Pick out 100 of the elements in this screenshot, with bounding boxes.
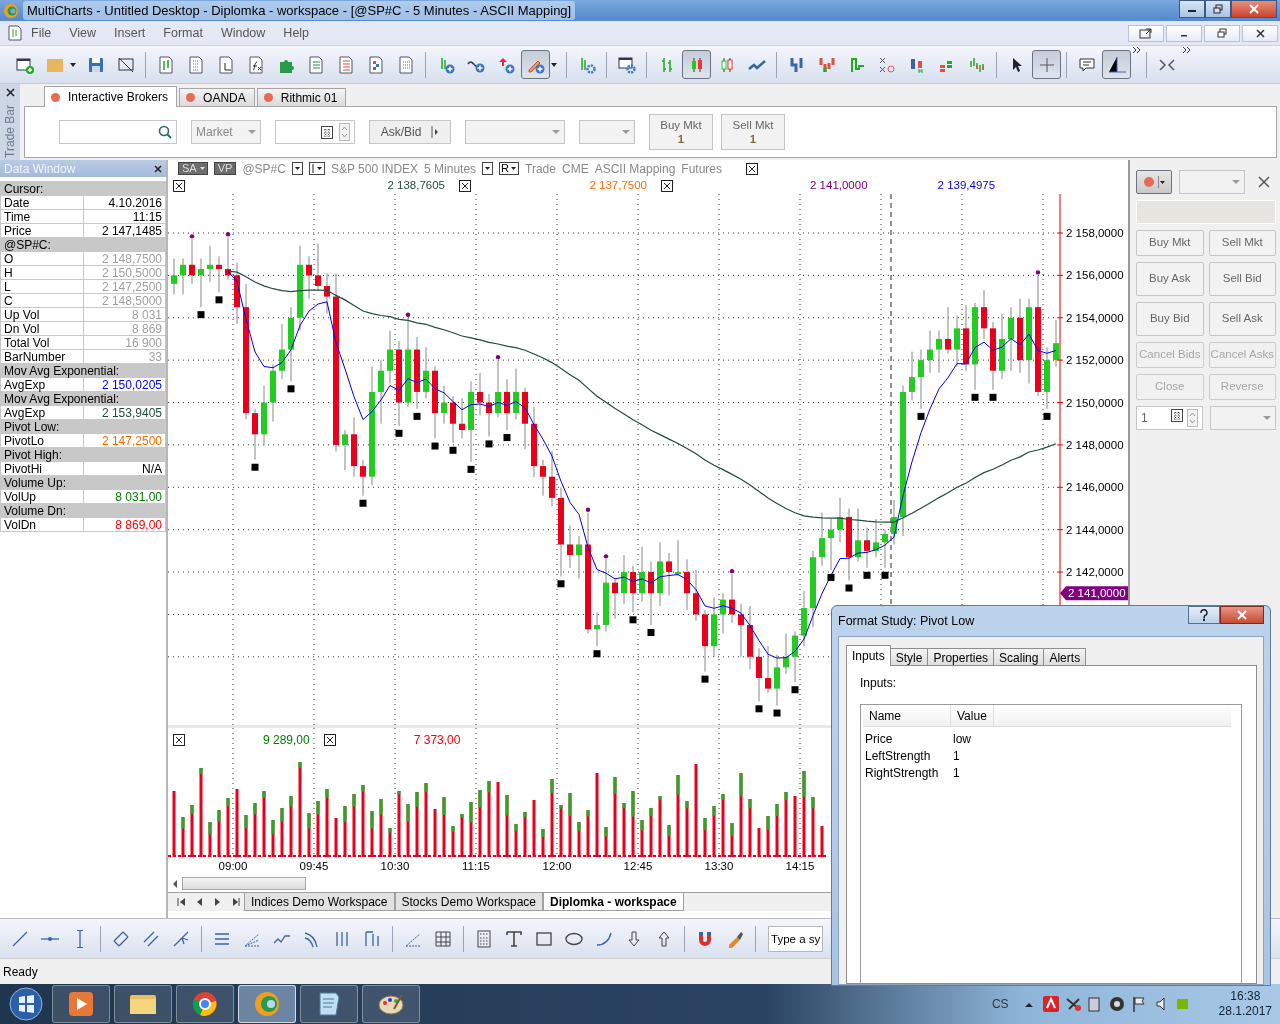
field-label: PivotLo: [0, 433, 84, 448]
price-axis-label: 2 150,0000: [1066, 396, 1124, 409]
column-header: Name: [863, 705, 951, 726]
field-label: Date: [0, 195, 84, 210]
price-axis-label: 2 154,0000: [1066, 311, 1124, 324]
field-value: 8 869: [131, 322, 162, 335]
price-axis-label: 2 156,0000: [1066, 269, 1124, 282]
field-value: 2 153,9405: [101, 406, 162, 419]
menu-item[interactable]: Insert: [105, 23, 155, 43]
field-label: VolUp: [0, 489, 84, 504]
section-header: Cursor:: [0, 181, 166, 196]
time-axis-label: 13:30: [704, 860, 734, 872]
chart-label: 5 Minutes: [424, 160, 477, 178]
window-title: MultiCharts - Untitled Desktop - Diplomka - workspace - [@SP#C - 5 Minutes - ASCII Mapping]: [23, 0, 576, 21]
workspace-tab[interactable]: Indices Demo Workspace: [244, 893, 395, 911]
order-button[interactable]: Buy Ask: [1136, 262, 1204, 296]
broker-tab[interactable]: Interactive Brokers: [44, 86, 178, 107]
input-name: RightStrength: [865, 765, 940, 782]
input-name: Price: [865, 731, 894, 748]
language-indicator[interactable]: CS: [991, 995, 1009, 1013]
price-axis-label: 2 144,0000: [1066, 523, 1124, 536]
dropdown-button[interactable]: R: [499, 162, 520, 175]
menu-item[interactable]: Window: [211, 23, 275, 43]
dialog-tab[interactable]: Style: [889, 648, 929, 666]
order-button[interactable]: Buy Mkt 1: [649, 114, 713, 150]
field-label: Up Vol: [0, 307, 84, 322]
order-button[interactable]: Buy Mkt: [1136, 230, 1204, 256]
chart-label: @SP#C: [242, 160, 286, 178]
field-value: N/A: [142, 462, 162, 475]
field-value: 2 147,1485: [101, 224, 162, 237]
chart-label: CME: [561, 160, 589, 178]
price-axis-label: 2 146,0000: [1066, 481, 1124, 494]
time-axis-label: 14:15: [785, 860, 815, 872]
workspace-tab[interactable]: Stocks Demo Workspace: [394, 893, 543, 911]
time-axis-label: 12:00: [542, 860, 572, 872]
input-value: 1: [953, 765, 960, 782]
workspace-tab[interactable]: Diplomka - workspace: [543, 893, 684, 911]
order-button[interactable]: Sell Ask: [1208, 302, 1276, 336]
menu-item[interactable]: View: [60, 23, 106, 43]
menu-item[interactable]: File: [22, 23, 61, 43]
clock-time: 16:38: [1230, 989, 1261, 1004]
price-axis-label: 2 142,0000: [1066, 566, 1124, 579]
panel-title: Trade Bar: [2, 105, 18, 158]
field-label: Total Vol: [0, 335, 84, 350]
field-label: C: [0, 293, 84, 308]
price-axis-label: 2 148,0000: [1066, 438, 1124, 451]
price-mode-button[interactable]: Ask/Bid: [369, 120, 451, 144]
price-axis-label: 2 158,0000: [1066, 227, 1124, 239]
dialog-tab[interactable]: Scaling: [993, 648, 1045, 666]
time-axis-label: 11:15: [462, 860, 490, 872]
time-axis-label: 10:30: [380, 860, 410, 872]
field-label: Time: [0, 209, 84, 224]
broker-tab[interactable]: OANDA: [179, 88, 255, 106]
field-value: 2 150,0205: [101, 378, 162, 391]
dialog-tab[interactable]: Properties: [927, 648, 995, 666]
field-value: 8 869,00: [115, 518, 162, 531]
field-value: 2 147,2500: [101, 434, 162, 447]
field-label: BarNumber: [0, 349, 84, 364]
dialog-title: Format Study: Pivot Low: [838, 612, 975, 630]
section-label: Inputs:: [860, 675, 898, 692]
dropdown-button[interactable]: SA: [178, 162, 208, 175]
field-value: 8 031: [131, 308, 162, 321]
price-marker: 2 141,0000: [1060, 586, 1128, 601]
field-label: AvgExp: [0, 377, 84, 392]
field-value: 16 900: [125, 336, 162, 349]
dialog-tab[interactable]: Inputs: [846, 645, 891, 666]
input-name: LeftStrength: [865, 748, 932, 765]
broker-tab[interactable]: Rithmic 01: [256, 88, 347, 106]
order-button[interactable]: Sell Bid: [1208, 262, 1276, 296]
menu-item[interactable]: Format: [154, 23, 212, 43]
panel-title: Data Window: [4, 160, 76, 178]
menu-item[interactable]: Help: [274, 23, 319, 43]
field-value: 11:15: [132, 210, 162, 223]
symbol-field[interactable]: Type a sy: [768, 925, 824, 952]
price-axis-label: 2 152,0000: [1066, 354, 1124, 367]
field-label: AvgExp: [0, 405, 84, 420]
field-value: 4.10.2016: [108, 196, 162, 209]
order-type-dropdown[interactable]: Market: [191, 120, 261, 144]
order-button[interactable]: Sell Mkt: [1208, 230, 1276, 256]
order-button[interactable]: Sell Mkt 1: [721, 114, 785, 150]
field-label: Dn Vol: [0, 321, 84, 336]
dialog-tab[interactable]: Alerts: [1043, 648, 1087, 666]
field-label: L: [0, 279, 84, 294]
time-axis-label: 09:45: [299, 860, 329, 872]
column-header: Value: [951, 705, 994, 726]
chart-label: S&P 500 INDEX: [330, 160, 419, 178]
field-label: O: [0, 251, 84, 266]
input-value: 1: [953, 748, 960, 765]
input-value: low: [953, 731, 971, 748]
toggle-button[interactable]: VP: [213, 162, 237, 175]
field-value: 33: [148, 350, 162, 363]
field-label: Price: [0, 223, 84, 238]
time-axis-label: 09:00: [218, 860, 248, 872]
status-text: Ready: [3, 963, 38, 981]
time-axis-label: 12:45: [623, 860, 653, 872]
field-value: 8 031,00: [115, 490, 162, 503]
order-button[interactable]: Buy Bid: [1136, 302, 1204, 336]
chart-label: ASCII Mapping: [594, 160, 676, 178]
quantity-field[interactable]: 1: [1136, 406, 1204, 430]
field-label: VolDn: [0, 517, 84, 532]
